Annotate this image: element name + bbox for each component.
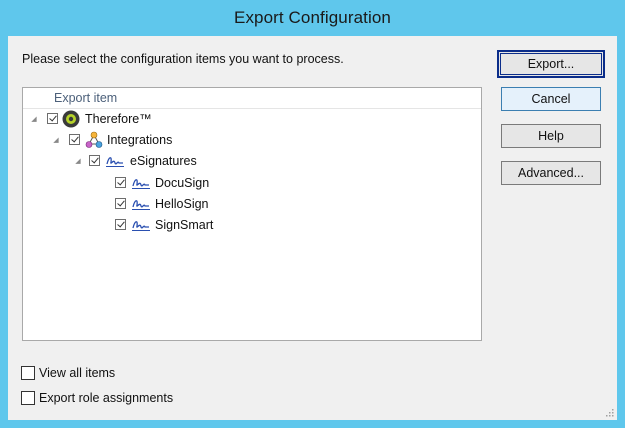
tree-checkbox-therefore[interactable] [47, 113, 58, 124]
export-button[interactable]: Export... [497, 50, 605, 78]
export-item-tree[interactable]: Export item ◢ Therefore™ ◢ Integrations … [22, 87, 482, 341]
tree-row-integrations[interactable]: ◢ Integrations [51, 129, 172, 150]
integrations-icon [85, 131, 103, 149]
tree-item-label: eSignatures [130, 153, 197, 168]
resize-grip-icon[interactable] [604, 407, 614, 417]
instruction-text: Please select the configuration items yo… [22, 52, 344, 66]
signature-icon [105, 154, 125, 168]
expand-arrow-icon[interactable]: ◢ [51, 135, 61, 145]
tree-item-label: Therefore™ [85, 111, 152, 126]
tree-row-therefore[interactable]: ◢ Therefore™ [29, 108, 152, 129]
signature-icon [131, 176, 151, 190]
export-role-assignments-checkbox[interactable] [21, 391, 35, 405]
tree-row-esignatures[interactable]: ◢ eSignatures [73, 150, 197, 171]
tree-row-signsmart[interactable]: SignSmart [115, 214, 213, 235]
tree-checkbox-esignatures[interactable] [89, 155, 100, 166]
dialog-window: Export Configuration Please select the c… [0, 0, 625, 428]
view-all-items-label: View all items [39, 366, 116, 380]
cancel-button[interactable]: Cancel [501, 87, 601, 111]
view-all-items-checkbox[interactable] [21, 366, 35, 380]
view-all-items-option[interactable]: View all items [21, 366, 115, 380]
tree-row-docusign[interactable]: DocuSign [115, 172, 209, 193]
export-role-assignments-option[interactable]: Export role assignments [21, 391, 173, 405]
column-header-export-item[interactable]: Export item [23, 88, 481, 109]
help-button[interactable]: Help [501, 124, 601, 148]
tree-checkbox-signsmart[interactable] [115, 219, 126, 230]
expand-arrow-icon[interactable]: ◢ [29, 114, 39, 124]
tree-item-label: HelloSign [155, 196, 209, 211]
signature-icon [131, 197, 151, 211]
tree-checkbox-integrations[interactable] [69, 134, 80, 145]
tree-item-label: DocuSign [155, 175, 210, 190]
tree-checkbox-hellosign[interactable] [115, 198, 126, 209]
window-title: Export Configuration [234, 8, 391, 27]
title-bar[interactable]: Export Configuration [0, 0, 625, 36]
therefore-logo-icon [62, 110, 80, 128]
tree-item-label: Integrations [107, 132, 173, 147]
tree-checkbox-docusign[interactable] [115, 177, 126, 188]
advanced-button[interactable]: Advanced... [501, 161, 601, 185]
column-header-label: Export item [54, 91, 118, 105]
dialog-body: Please select the configuration items yo… [8, 36, 617, 420]
expand-arrow-icon[interactable]: ◢ [73, 156, 83, 166]
signature-icon [131, 218, 151, 232]
export-role-assignments-label: Export role assignments [39, 391, 174, 405]
tree-item-label: SignSmart [155, 217, 214, 232]
tree-row-hellosign[interactable]: HelloSign [115, 193, 209, 214]
